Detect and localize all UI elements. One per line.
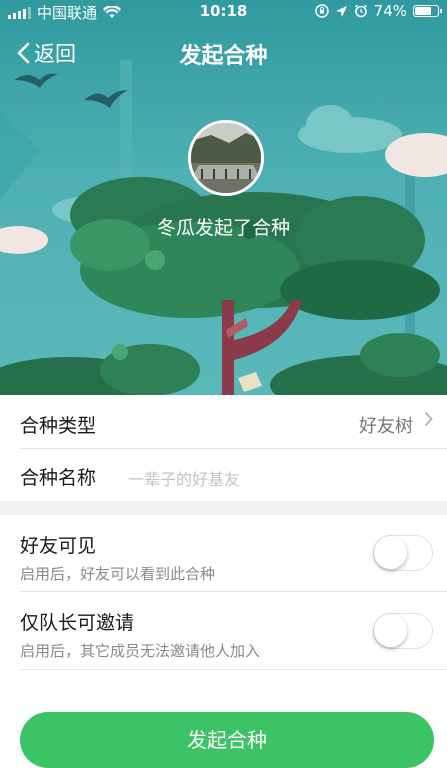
friends-visible-toggle[interactable] xyxy=(373,535,433,571)
name-label: 合种名称 xyxy=(20,467,97,489)
chevron-right-icon xyxy=(424,411,433,432)
location-arrow-icon xyxy=(335,5,347,17)
captain-invite-label: 仅队长可邀请 xyxy=(20,612,135,634)
friends-visible-row: 好友可见 启用后，好友可以看到此合种 xyxy=(20,515,447,592)
initiator-text: 冬瓜发起了合种 xyxy=(156,217,290,239)
battery-icon xyxy=(413,5,442,17)
rotation-lock-icon xyxy=(314,4,329,18)
type-row[interactable]: 合种类型 好友树 xyxy=(20,395,447,449)
battery-percent: 74% xyxy=(373,2,407,20)
status-bar: 中国联通 10:18 74% xyxy=(0,0,447,22)
hero-banner: 中国联通 10:18 74% 返回 发起合种 冬瓜发起了合种 xyxy=(0,0,447,395)
friends-visible-desc: 启用后，好友可以看到此合种 xyxy=(20,565,216,583)
captain-invite-toggle[interactable] xyxy=(373,613,433,649)
captain-invite-row: 仅队长可邀请 启用后，其它成员无法邀请他人加入 xyxy=(20,592,447,670)
avatar xyxy=(188,120,264,196)
friends-visible-label: 好友可见 xyxy=(20,535,97,557)
type-label: 合种类型 xyxy=(20,415,97,437)
submit-button[interactable]: 发起合种 xyxy=(20,712,434,768)
page-title: 发起合种 xyxy=(179,44,268,69)
captain-invite-desc: 启用后，其它成员无法邀请他人加入 xyxy=(20,642,261,660)
type-value: 好友树 xyxy=(359,416,413,437)
nav-bar: 返回 发起合种 xyxy=(0,30,447,76)
name-row[interactable]: 合种名称 一辈子的好基友 xyxy=(20,449,447,501)
name-input-placeholder[interactable]: 一辈子的好基友 xyxy=(128,466,240,490)
section-divider xyxy=(0,501,447,515)
alarm-icon xyxy=(354,4,367,18)
avatar-photo xyxy=(191,123,261,193)
